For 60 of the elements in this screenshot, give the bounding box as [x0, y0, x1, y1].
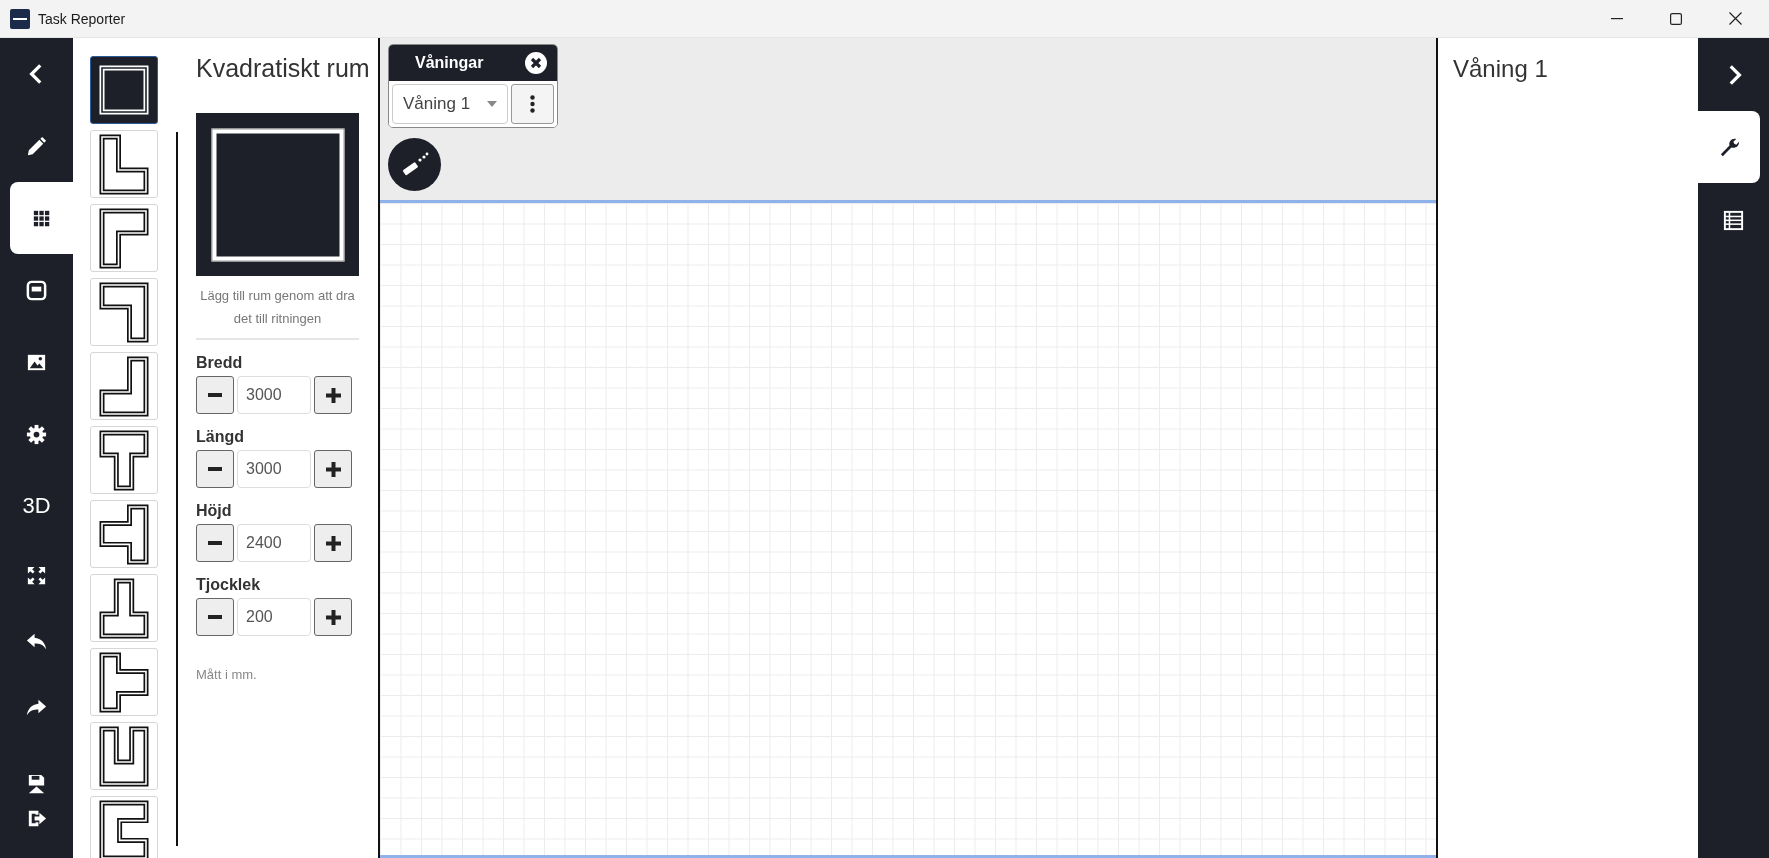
- increase-button[interactable]: [314, 376, 352, 414]
- number-field[interactable]: 2400: [237, 524, 311, 562]
- minimize-icon: [1611, 17, 1623, 20]
- room-shape-icon: [99, 281, 149, 343]
- number-field[interactable]: 3000: [237, 376, 311, 414]
- close-icon: [525, 52, 547, 74]
- field-label: Höjd: [196, 502, 233, 520]
- plus-icon: [325, 387, 341, 403]
- room-shape-icon: [99, 503, 149, 565]
- field-label: Längd: [196, 428, 245, 446]
- plus-icon: [325, 609, 341, 625]
- app-icon: [10, 8, 30, 29]
- room-shape-icon: [99, 355, 149, 417]
- decrease-button[interactable]: [196, 450, 234, 488]
- room-shape-icon: [99, 207, 149, 269]
- plus-icon: [325, 535, 341, 551]
- close-icon: [1728, 12, 1742, 25]
- decrease-button[interactable]: [196, 524, 234, 562]
- increase-button[interactable]: [314, 450, 352, 488]
- unit-note: Mått i mm.: [196, 667, 258, 682]
- room-shape-icon: [99, 651, 149, 713]
- panel-title: Kvadratiskt rum: [196, 53, 371, 84]
- table-icon: [1722, 208, 1745, 232]
- dropdown-caret-icon: [487, 101, 497, 107]
- room-shape-icon: [99, 799, 149, 858]
- more-icon: [530, 95, 535, 113]
- instruction-text: Lägg till rum genom att dra det till ritningen: [199, 287, 356, 328]
- room-shape-icon: [99, 577, 149, 639]
- field-label: Tjocklek: [196, 576, 262, 594]
- room-shape-icon: [99, 65, 149, 115]
- pencil-icon: [25, 134, 48, 158]
- room-shape-icon: [99, 725, 149, 787]
- minus-icon: [208, 393, 222, 397]
- room-shape-icon: [99, 133, 149, 195]
- decrease-button[interactable]: [196, 598, 234, 636]
- field-label: Bredd: [196, 354, 244, 372]
- more-button[interactable]: [511, 84, 554, 124]
- floor-select[interactable]: Våning 1: [392, 84, 508, 124]
- increase-button[interactable]: [314, 524, 352, 562]
- increase-button[interactable]: [314, 598, 352, 636]
- minus-icon: [208, 467, 222, 471]
- nav-tab[interactable]: 3D: [0, 470, 73, 542]
- room-shape-tile[interactable]: [90, 56, 158, 124]
- number-field[interactable]: 3000: [237, 450, 311, 488]
- minus-icon: [208, 615, 222, 619]
- plus-icon: [325, 461, 341, 477]
- card-title: Våningar: [415, 54, 484, 72]
- panel-icon: [25, 278, 48, 302]
- maximize-icon: [1670, 12, 1682, 25]
- window-title: Task Reporter: [38, 10, 127, 27]
- minus-icon: [208, 541, 222, 545]
- settings-icon: [25, 422, 48, 446]
- close-button[interactable]: [525, 52, 547, 74]
- room-shape-icon: [99, 429, 149, 491]
- wand-button[interactable]: [388, 138, 441, 191]
- panel-title: Våning 1: [1453, 55, 1549, 83]
- nav-tab[interactable]: [1698, 111, 1760, 183]
- decrease-button[interactable]: [196, 376, 234, 414]
- number-field[interactable]: 200: [237, 598, 311, 636]
- nav-tab[interactable]: [10, 182, 73, 254]
